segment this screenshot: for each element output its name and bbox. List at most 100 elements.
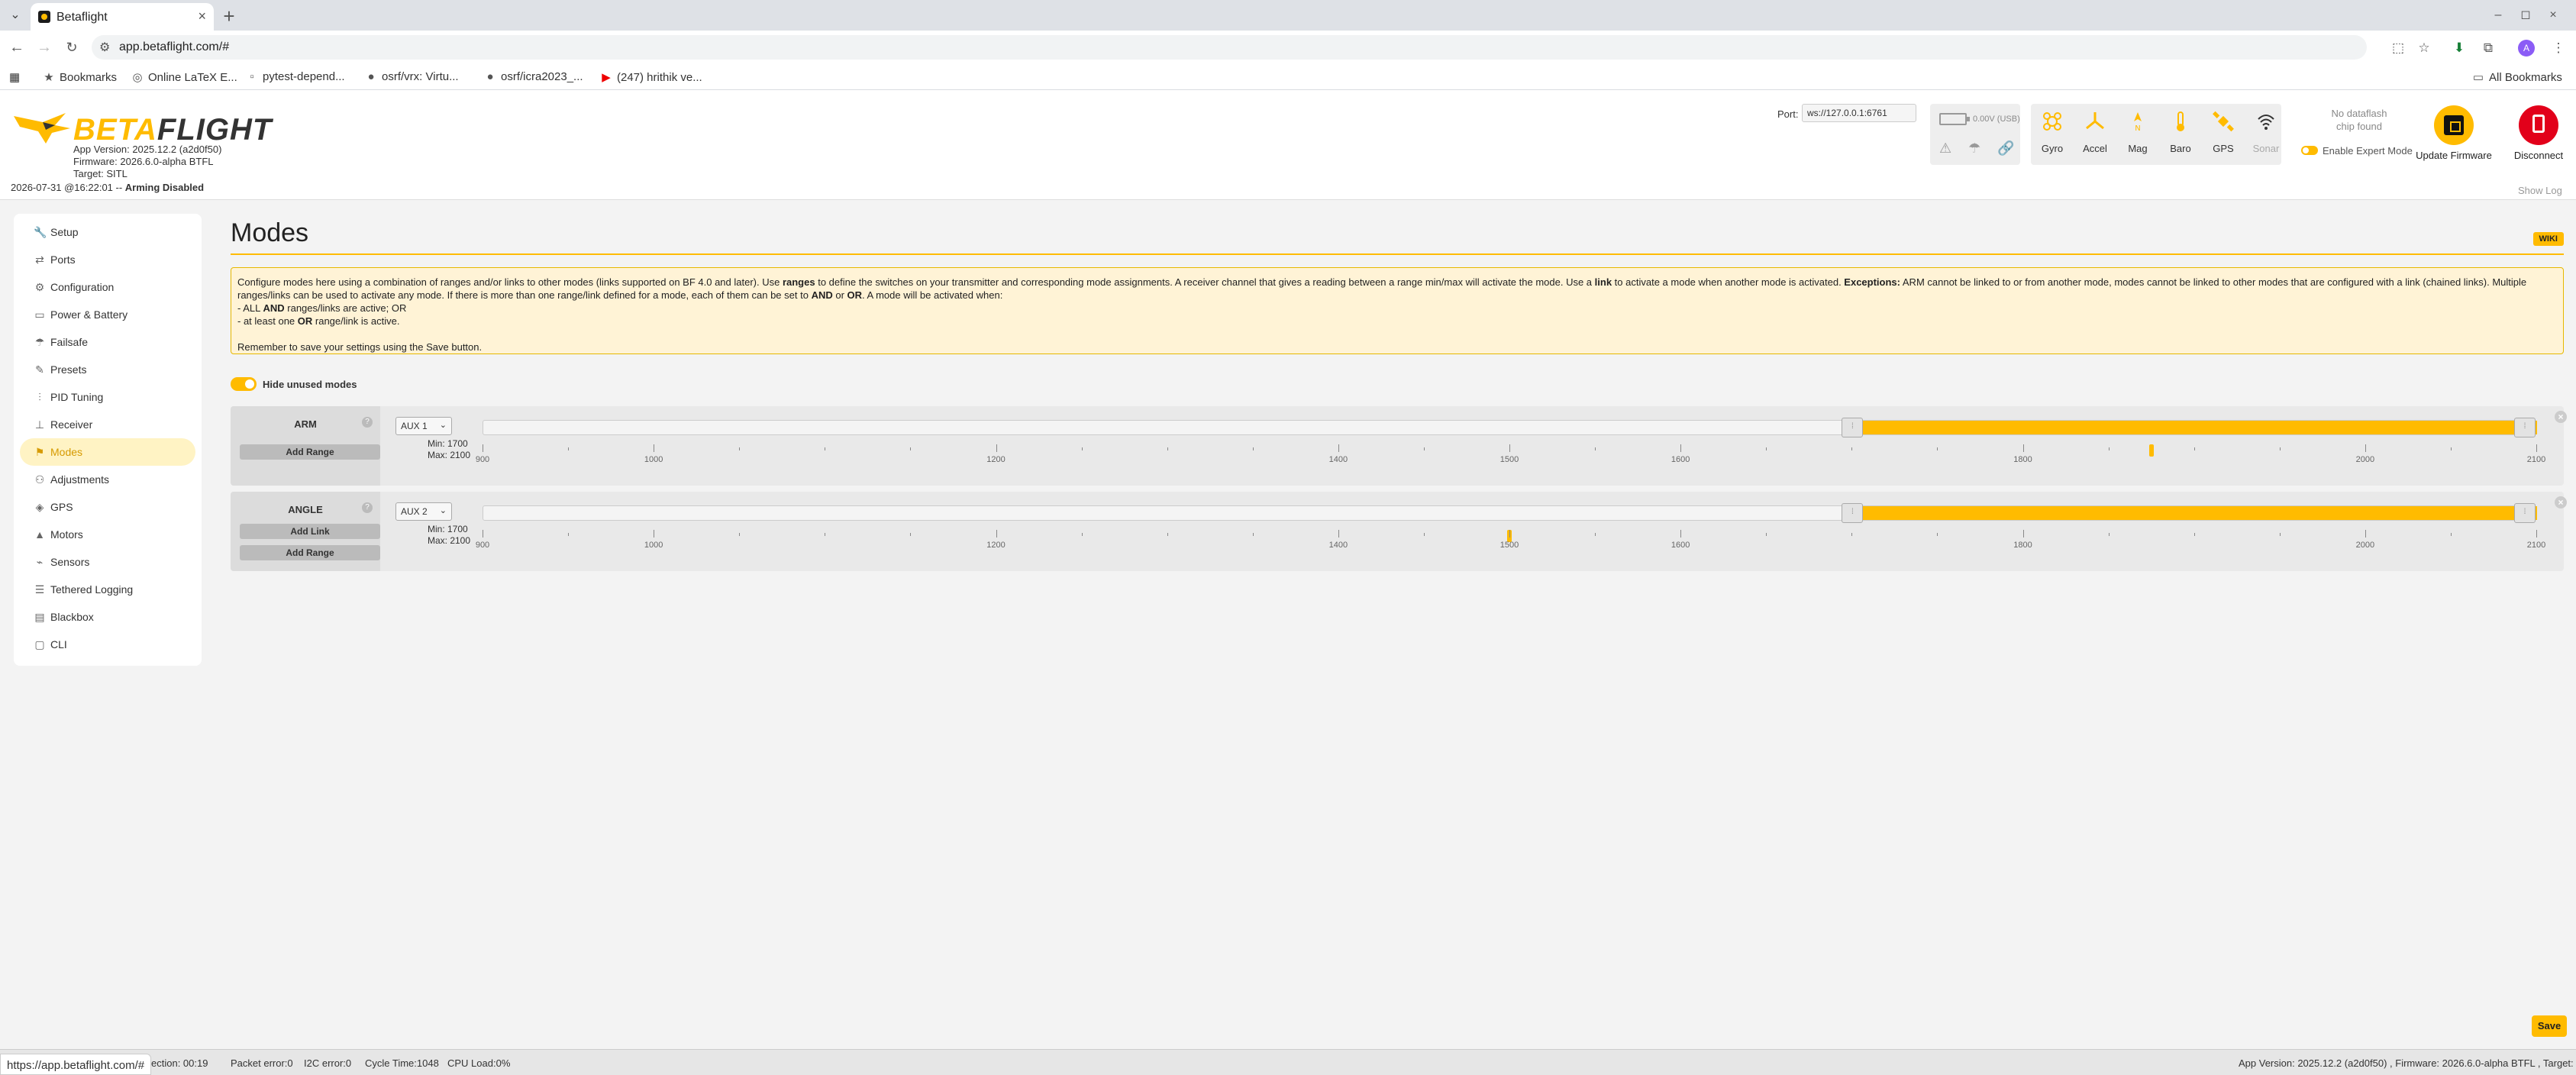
scale-tick: [910, 447, 912, 450]
sidebar-item-adjustments[interactable]: ⚇ Adjustments: [20, 466, 195, 493]
download-icon[interactable]: ⬇: [2451, 40, 2468, 56]
sidebar-item-failsafe[interactable]: ☂ Failsafe: [20, 328, 195, 356]
remove-range-icon[interactable]: ×: [2555, 411, 2567, 423]
update-firmware-button[interactable]: Update Firmware: [2416, 105, 2492, 161]
bookmark-item[interactable]: ★ Bookmarks: [43, 70, 117, 84]
scale-tick-label: 2100: [2526, 541, 2546, 550]
bookmark-item[interactable]: ● osrf/vrx: Virtu...: [365, 70, 458, 83]
port-input[interactable]: ws://127.0.0.1:6761: [1802, 104, 1916, 122]
gps-icon: ◈: [35, 501, 44, 513]
port-label: Port:: [1777, 108, 1799, 120]
sidebar-item-pid-tuning[interactable]: ⫶ PID Tuning: [20, 383, 195, 411]
help-icon[interactable]: ?: [362, 502, 373, 513]
scale-tick: [1766, 533, 1767, 536]
show-log-link[interactable]: Show Log: [2518, 185, 2562, 196]
svg-text:N: N: [2135, 124, 2140, 133]
range-slider[interactable]: ⁞ ⁞: [483, 503, 2537, 523]
sidebar-item-presets[interactable]: ✎ Presets: [20, 356, 195, 383]
save-button[interactable]: Save: [2532, 1015, 2567, 1037]
maximize-icon[interactable]: ◻: [2516, 6, 2535, 24]
target-info: Target: SITL: [73, 168, 128, 179]
scale-tick: [2450, 533, 2452, 536]
range-min-handle[interactable]: ⁞: [1842, 418, 1864, 437]
bookmark-item[interactable]: ● osrf/icra2023_...: [484, 70, 583, 83]
forward-icon[interactable]: →: [35, 38, 53, 56]
add-range-button[interactable]: Add Range: [240, 545, 380, 560]
bookmark-star-icon[interactable]: ☆: [2416, 40, 2432, 56]
channel-select[interactable]: AUX 2 ⌄: [395, 502, 452, 521]
site-info-icon[interactable]: ⚙: [99, 40, 110, 55]
sidebar-item-cli[interactable]: ▢ CLI: [20, 631, 195, 658]
star-icon: ★: [44, 71, 54, 84]
tab-close-icon[interactable]: ×: [198, 8, 206, 24]
new-tab-icon[interactable]: +: [218, 5, 240, 28]
parachute-icon: ☂: [34, 336, 45, 348]
sidebar-item-modes[interactable]: ⚑ Modes: [20, 438, 195, 466]
chevron-down-icon: ⌄: [439, 421, 447, 430]
all-bookmarks[interactable]: ▭ All Bookmarks: [2472, 70, 2562, 84]
sidebar-item-blackbox[interactable]: ▤ Blackbox: [20, 603, 195, 631]
warning-icon: ⚠: [1939, 140, 1952, 156]
profile-avatar[interactable]: A: [2518, 40, 2535, 56]
sidebar-item-sensors[interactable]: ⌁ Sensors: [20, 548, 195, 576]
browser-tab[interactable]: Betaflight ×: [31, 3, 214, 31]
back-icon[interactable]: ←: [8, 38, 26, 56]
scale-tick: [2536, 444, 2537, 452]
sidebar-item-motors[interactable]: ▲ Motors: [20, 521, 195, 548]
expert-toggle-switch[interactable]: [2301, 146, 2318, 155]
disconnect-button[interactable]: Disconnect: [2504, 105, 2573, 161]
bookmark-item[interactable]: ▶ (247) hrithik ve...: [600, 70, 702, 84]
scale-tick: [1680, 530, 1682, 538]
address-bar[interactable]: ⚙ app.betaflight.com/#: [92, 35, 2367, 60]
scale-tick: [2108, 533, 2110, 536]
gyro-icon: [2043, 112, 2061, 131]
globe-icon: ◎: [132, 71, 143, 84]
add-link-button[interactable]: Add Link: [240, 524, 380, 539]
scale-tick: [1937, 533, 1938, 536]
hide-unused-modes-toggle[interactable]: Hide unused modes: [231, 377, 357, 391]
remove-range-icon[interactable]: ×: [2555, 496, 2567, 508]
scale-tick-label: 1200: [986, 541, 1006, 550]
sidebar-item-receiver[interactable]: ⊥ Receiver: [20, 411, 195, 438]
scale-tick-label: 2100: [2526, 455, 2546, 464]
bookmark-item[interactable]: ▫ pytest-depend...: [246, 70, 344, 83]
scale-tick-label: 900: [475, 455, 490, 464]
mode-header: ANGLE ? Add Link Add Range: [231, 492, 380, 571]
channel-select[interactable]: AUX 1 ⌄: [395, 417, 452, 435]
sidebar-item-configuration[interactable]: ⚙ Configuration: [20, 273, 195, 301]
scale-tick: [1081, 533, 1083, 536]
scale-tick: [1338, 444, 1339, 452]
sensor-mag: N Mag: [2116, 110, 2159, 154]
install-app-icon[interactable]: ⬚: [2390, 40, 2407, 56]
apps-grid-icon[interactable]: ▦: [9, 70, 20, 84]
sidebar-item-setup[interactable]: 🔧 Setup: [20, 218, 195, 246]
gps-icon: [2213, 111, 2234, 132]
expert-mode-toggle[interactable]: Enable Expert Mode: [2301, 145, 2413, 157]
sidebar-item-ports[interactable]: ⇄ Ports: [20, 246, 195, 273]
add-range-button[interactable]: Add Range: [240, 444, 380, 460]
sidebar-item-gps[interactable]: ◈ GPS: [20, 493, 195, 521]
extensions-icon[interactable]: ⧉: [2480, 40, 2497, 56]
minimize-icon[interactable]: –: [2489, 6, 2507, 24]
range-max-handle[interactable]: ⁞: [2514, 503, 2536, 523]
range-max-handle[interactable]: ⁞: [2514, 418, 2536, 437]
help-icon[interactable]: ?: [362, 417, 373, 428]
range-min-handle[interactable]: ⁞: [1842, 503, 1864, 523]
dataflash-status: No dataflash chip found: [2331, 108, 2387, 132]
wiki-button[interactable]: WIKI: [2532, 232, 2564, 246]
bookmark-item[interactable]: ◎ Online LaTeX E...: [131, 70, 237, 84]
scale-tick: [2108, 447, 2110, 450]
reload-icon[interactable]: ↻: [63, 38, 81, 56]
range-slider[interactable]: ⁞ ⁞: [483, 418, 2537, 437]
link-hover-url: https://app.betaflight.com/#: [0, 1054, 152, 1075]
address-url[interactable]: app.betaflight.com/#: [119, 40, 229, 54]
sidebar-item-power-battery[interactable]: ▭ Power & Battery: [20, 301, 195, 328]
tab-search-icon[interactable]: ⌄: [6, 6, 24, 24]
scale-tick: [1509, 530, 1510, 538]
scale-tick: [1595, 447, 1596, 450]
menu-kebab-icon[interactable]: ⋮: [2550, 40, 2567, 56]
window-close-icon[interactable]: ×: [2544, 6, 2562, 24]
hide-unused-switch[interactable]: [231, 377, 257, 391]
scale-tick: [2022, 444, 2024, 452]
sidebar-item-tethered-logging[interactable]: ☰ Tethered Logging: [20, 576, 195, 603]
